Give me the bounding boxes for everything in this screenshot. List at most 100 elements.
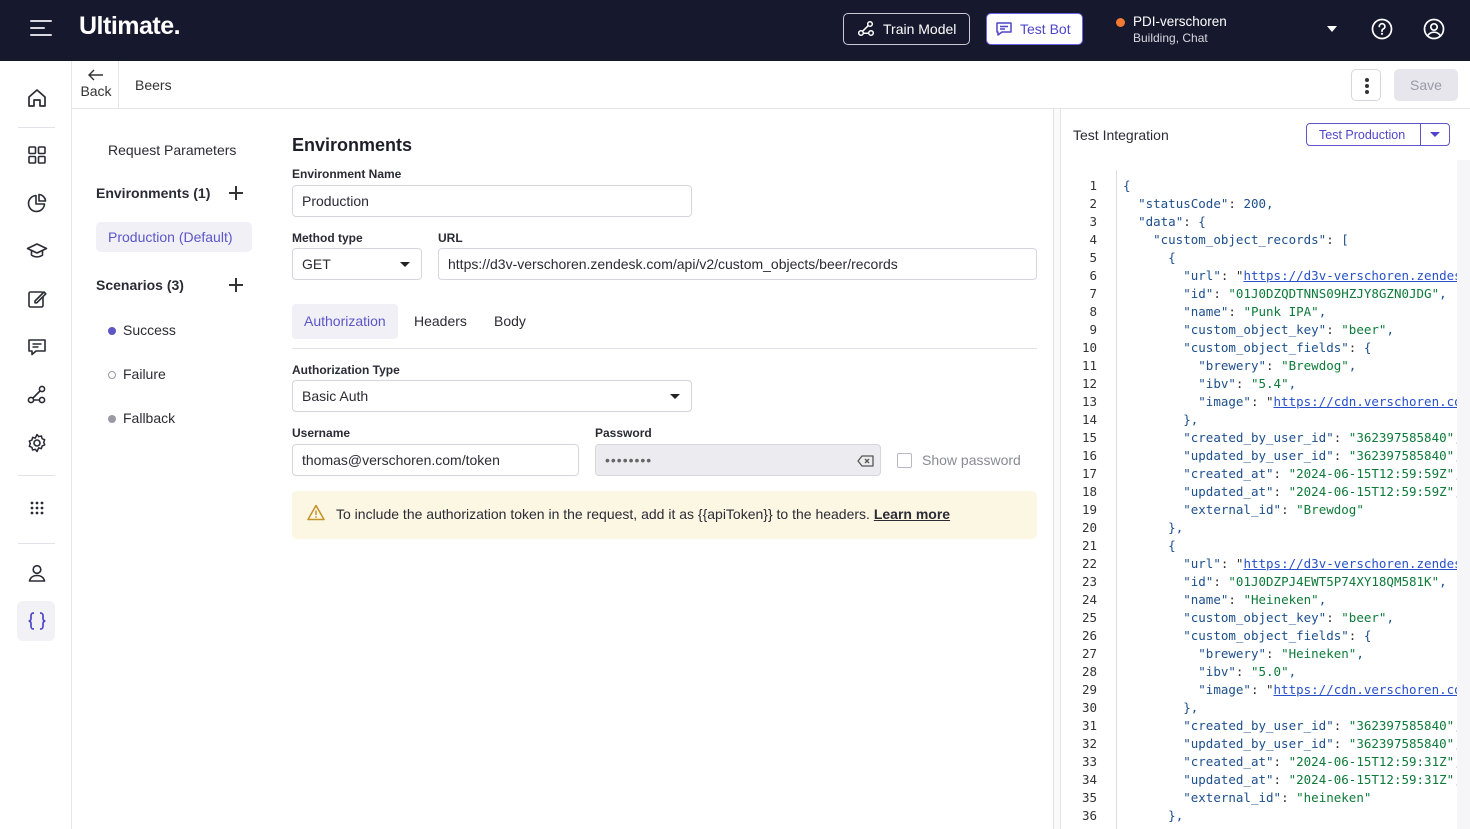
settings-icon[interactable] xyxy=(25,431,49,455)
test-integration-title: Test Integration xyxy=(1073,127,1169,143)
panel-divider[interactable] xyxy=(1053,109,1061,829)
environments-header: Environments (1) xyxy=(96,185,211,201)
env-name-input[interactable]: Production xyxy=(292,185,692,217)
home-icon[interactable] xyxy=(25,86,49,110)
user-icon[interactable] xyxy=(25,561,49,585)
code-line: "custom_object_fields": { xyxy=(1183,628,1372,643)
share-nodes-icon xyxy=(857,20,875,37)
test-production-label: Test Production xyxy=(1319,128,1406,142)
integrations-icon[interactable] xyxy=(25,383,49,407)
nav-divider xyxy=(18,543,55,544)
add-environment-icon[interactable] xyxy=(229,186,243,200)
method-select[interactable]: GET xyxy=(292,248,422,280)
dashboard-icon[interactable] xyxy=(25,143,49,167)
workspace-selector[interactable]: PDI-verschoren Building, Chat xyxy=(1116,13,1227,47)
chevron-down-icon[interactable] xyxy=(1430,132,1440,137)
password-input[interactable]: •••••••• xyxy=(595,444,881,476)
kebab-icon xyxy=(1365,78,1369,82)
line-number: 5 xyxy=(1089,250,1097,265)
pie-chart-icon[interactable] xyxy=(25,191,49,215)
code-line: { xyxy=(1168,538,1176,553)
code-line: "external_id": "heineken" xyxy=(1183,790,1372,805)
page-title: Environments xyxy=(292,135,413,155)
messages-icon[interactable] xyxy=(25,335,49,359)
line-number: 10 xyxy=(1081,340,1097,355)
sidebar-item-request-parameters[interactable]: Request Parameters xyxy=(108,142,236,158)
code-line: "updated_by_user_id": "362397585840", xyxy=(1183,736,1461,751)
show-password-checkbox[interactable] xyxy=(897,452,912,468)
apps-grid-icon[interactable] xyxy=(25,496,49,520)
help-icon[interactable] xyxy=(1371,18,1393,40)
tab-bar: Authorization Headers Body xyxy=(292,304,1037,349)
line-number: 28 xyxy=(1081,664,1097,679)
line-number: 34 xyxy=(1081,772,1097,787)
auth-type-select[interactable]: Basic Auth xyxy=(292,380,692,412)
code-line: }, xyxy=(1183,412,1199,427)
line-number: 7 xyxy=(1089,286,1097,301)
workspace-name: PDI-verschoren xyxy=(1133,14,1227,29)
line-number: 18 xyxy=(1081,484,1097,499)
more-options-button[interactable] xyxy=(1351,69,1381,101)
test-bot-button[interactable]: Test Bot xyxy=(986,13,1083,45)
add-scenario-icon[interactable] xyxy=(229,278,243,292)
username-label: Username xyxy=(292,426,351,440)
code-line: "updated_at": "2024-06-15T12:59:31Z", xyxy=(1183,772,1461,787)
scrollbar[interactable] xyxy=(1457,160,1470,829)
back-label: Back xyxy=(80,83,112,99)
code-line: { xyxy=(1168,250,1176,265)
scenario-dot xyxy=(108,415,116,423)
sidebar-item-scenario[interactable]: Fallback xyxy=(108,410,175,426)
arrow-left-icon xyxy=(88,69,103,81)
learn-more-link[interactable]: Learn more xyxy=(874,506,950,522)
line-number: 9 xyxy=(1089,322,1097,337)
sidebar-item-scenario[interactable]: Failure xyxy=(108,366,166,382)
tab-body[interactable]: Body xyxy=(494,304,526,339)
line-number: 21 xyxy=(1081,538,1097,553)
code-braces-icon[interactable] xyxy=(25,609,49,633)
caret-down-icon xyxy=(670,394,680,399)
save-button[interactable]: Save xyxy=(1394,69,1458,101)
sidebar-item-environment[interactable]: Production (Default) xyxy=(96,222,252,252)
back-button[interactable]: Back xyxy=(80,67,112,99)
chevron-down-icon[interactable] xyxy=(1327,26,1337,32)
password-label: Password xyxy=(595,426,652,440)
nav-divider xyxy=(18,127,55,128)
train-model-button[interactable]: Train Model xyxy=(843,13,970,45)
code-line: "created_at": "2024-06-15T12:59:31Z", xyxy=(1183,754,1461,769)
code-line: "url": "https://d3v-verschoren.zendesk.c xyxy=(1183,556,1470,571)
code-viewer[interactable]: 1 {2 "statusCode": 200, 3 "data": {4 "cust… xyxy=(1061,168,1470,829)
warning-icon xyxy=(307,504,325,521)
code-line: "custom_object_key": "beer", xyxy=(1183,610,1394,625)
code-line: "id": "01J0DZQDTNNS09HZJY8GZN0JDG", xyxy=(1183,286,1447,301)
account-icon[interactable] xyxy=(1423,18,1445,40)
line-number: 3 xyxy=(1089,214,1097,229)
code-line: }, xyxy=(1168,808,1184,823)
code-line: "created_by_user_id": "362397585840", xyxy=(1183,718,1461,733)
line-number: 11 xyxy=(1081,358,1097,373)
line-number: 2 xyxy=(1089,196,1097,211)
line-number: 31 xyxy=(1081,718,1097,733)
scenarios-header: Scenarios (3) xyxy=(96,277,184,293)
env-name-label: Environment Name xyxy=(292,167,402,181)
breadcrumb: Beers xyxy=(135,77,172,93)
test-production-button[interactable]: Test Production xyxy=(1306,123,1450,146)
show-password-toggle[interactable]: Show password xyxy=(897,452,1021,468)
line-number: 13 xyxy=(1081,394,1097,409)
code-line: "external_id": "Brewdog" xyxy=(1183,502,1364,517)
clear-icon[interactable] xyxy=(857,455,874,467)
url-input[interactable]: https://d3v-verschoren.zendesk.com/api/v… xyxy=(438,248,1037,280)
sidebar-item-scenario[interactable]: Success xyxy=(108,322,176,338)
line-number: 15 xyxy=(1081,430,1097,445)
app-logo[interactable]: Ultimate. xyxy=(79,12,181,41)
line-number: 33 xyxy=(1081,754,1097,769)
tab-authorization[interactable]: Authorization xyxy=(292,304,398,339)
line-number: 20 xyxy=(1081,520,1097,535)
scenario-dot xyxy=(108,327,116,335)
username-input[interactable]: thomas@verschoren.com/token xyxy=(292,444,579,476)
tab-headers[interactable]: Headers xyxy=(414,304,467,339)
graduation-cap-icon[interactable] xyxy=(25,239,49,263)
scenario-label: Success xyxy=(123,322,176,338)
edit-icon[interactable] xyxy=(25,287,49,311)
menu-icon[interactable] xyxy=(30,20,52,40)
line-number: 25 xyxy=(1081,610,1097,625)
